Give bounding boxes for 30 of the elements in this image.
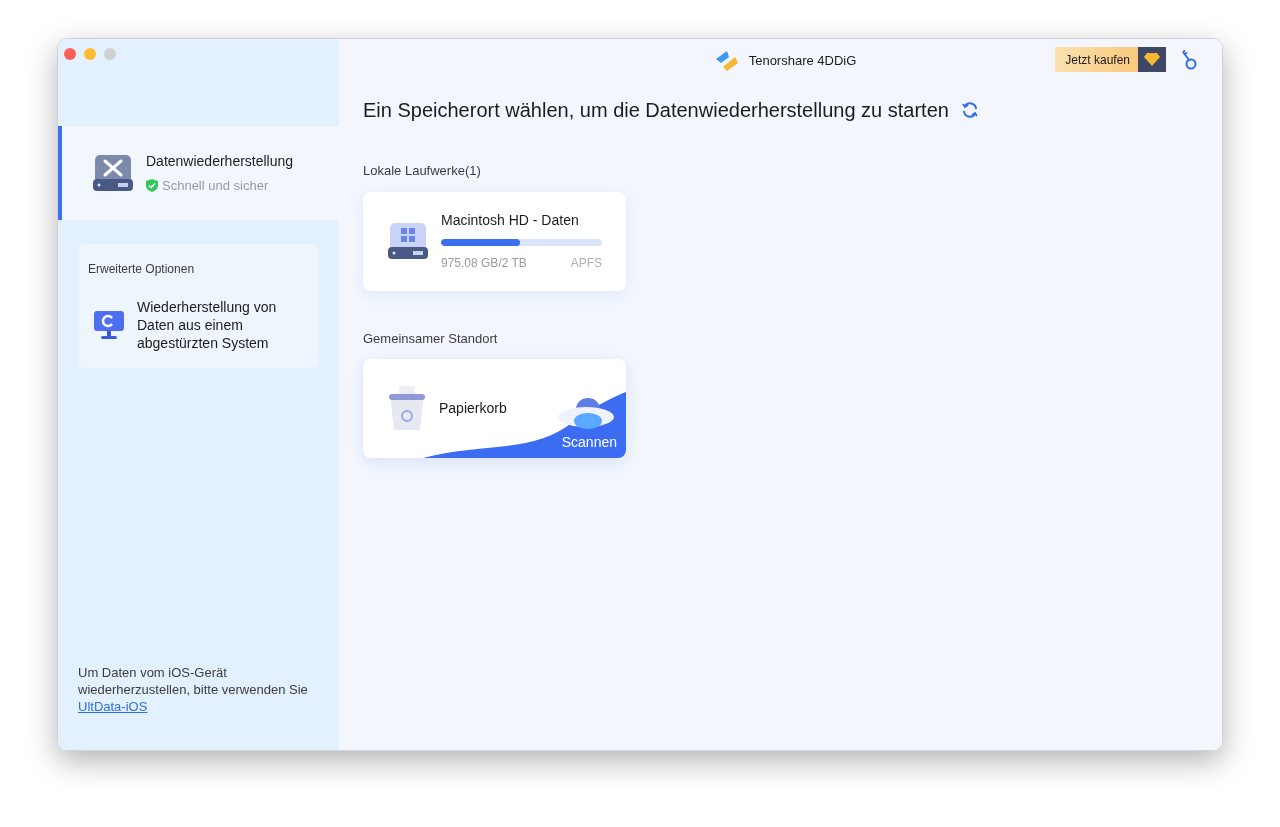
minimize-window-button[interactable] (84, 48, 96, 60)
zoom-window-button[interactable] (104, 48, 116, 60)
shield-check-icon (146, 179, 158, 192)
crash-recovery-option[interactable]: Wiederherstellung von Daten aus einem abgestürzten System (88, 298, 309, 352)
section-heading: Lokale Laufwerke(1) (363, 162, 482, 180)
filesystem-label: APFS (570, 255, 602, 272)
page-heading: Ein Speicherort wählen, um die Datenwiederherstellung zu starten (363, 98, 949, 123)
ios-hint-text: Um Daten vom iOS-Gerät wiederherzustellen, bitte verwenden Sie UltData-iOS (77, 664, 309, 716)
scan-label[interactable]: Scannen (561, 432, 617, 453)
trash-name: Papierkorb (439, 399, 507, 418)
sidebar-item-title: Datenwiederherstellung (146, 151, 294, 171)
crash-recovery-label: Wiederherstellung von Daten aus einem abgestürzten System (137, 298, 278, 352)
drive-icon (387, 221, 429, 261)
sidebar-item-subtitle: Schnell und sicher (162, 176, 269, 195)
section-heading: Gemeinsamer Standort (363, 329, 499, 348)
drive-card[interactable]: Macintosh HD - Daten 975.08 GB/2 TB APFS (363, 191, 626, 291)
advanced-options-heading: Erweiterte Optionen (88, 261, 196, 278)
buy-now-button[interactable]: Jetzt kaufen (1055, 47, 1166, 72)
ultdata-ios-link[interactable]: UltData-iOS (78, 699, 148, 714)
refresh-icon[interactable] (960, 101, 979, 119)
drive-name: Macintosh HD - Daten (441, 211, 580, 230)
monitor-refresh-icon (93, 310, 125, 340)
close-window-button[interactable] (64, 48, 76, 60)
window-title: Tenorshare 4DDiG (748, 52, 857, 71)
drive-size: 975.08 GB/2 TB (441, 255, 527, 272)
trash-bin-icon (387, 385, 427, 432)
trash-card[interactable]: Papierkorb Scannen (363, 359, 626, 458)
sidebar-item[interactable]: Datenwiederherstellung Schnell und sicher (58, 126, 339, 220)
tools-drive-icon (92, 153, 134, 193)
key-icon[interactable] (1180, 48, 1198, 71)
